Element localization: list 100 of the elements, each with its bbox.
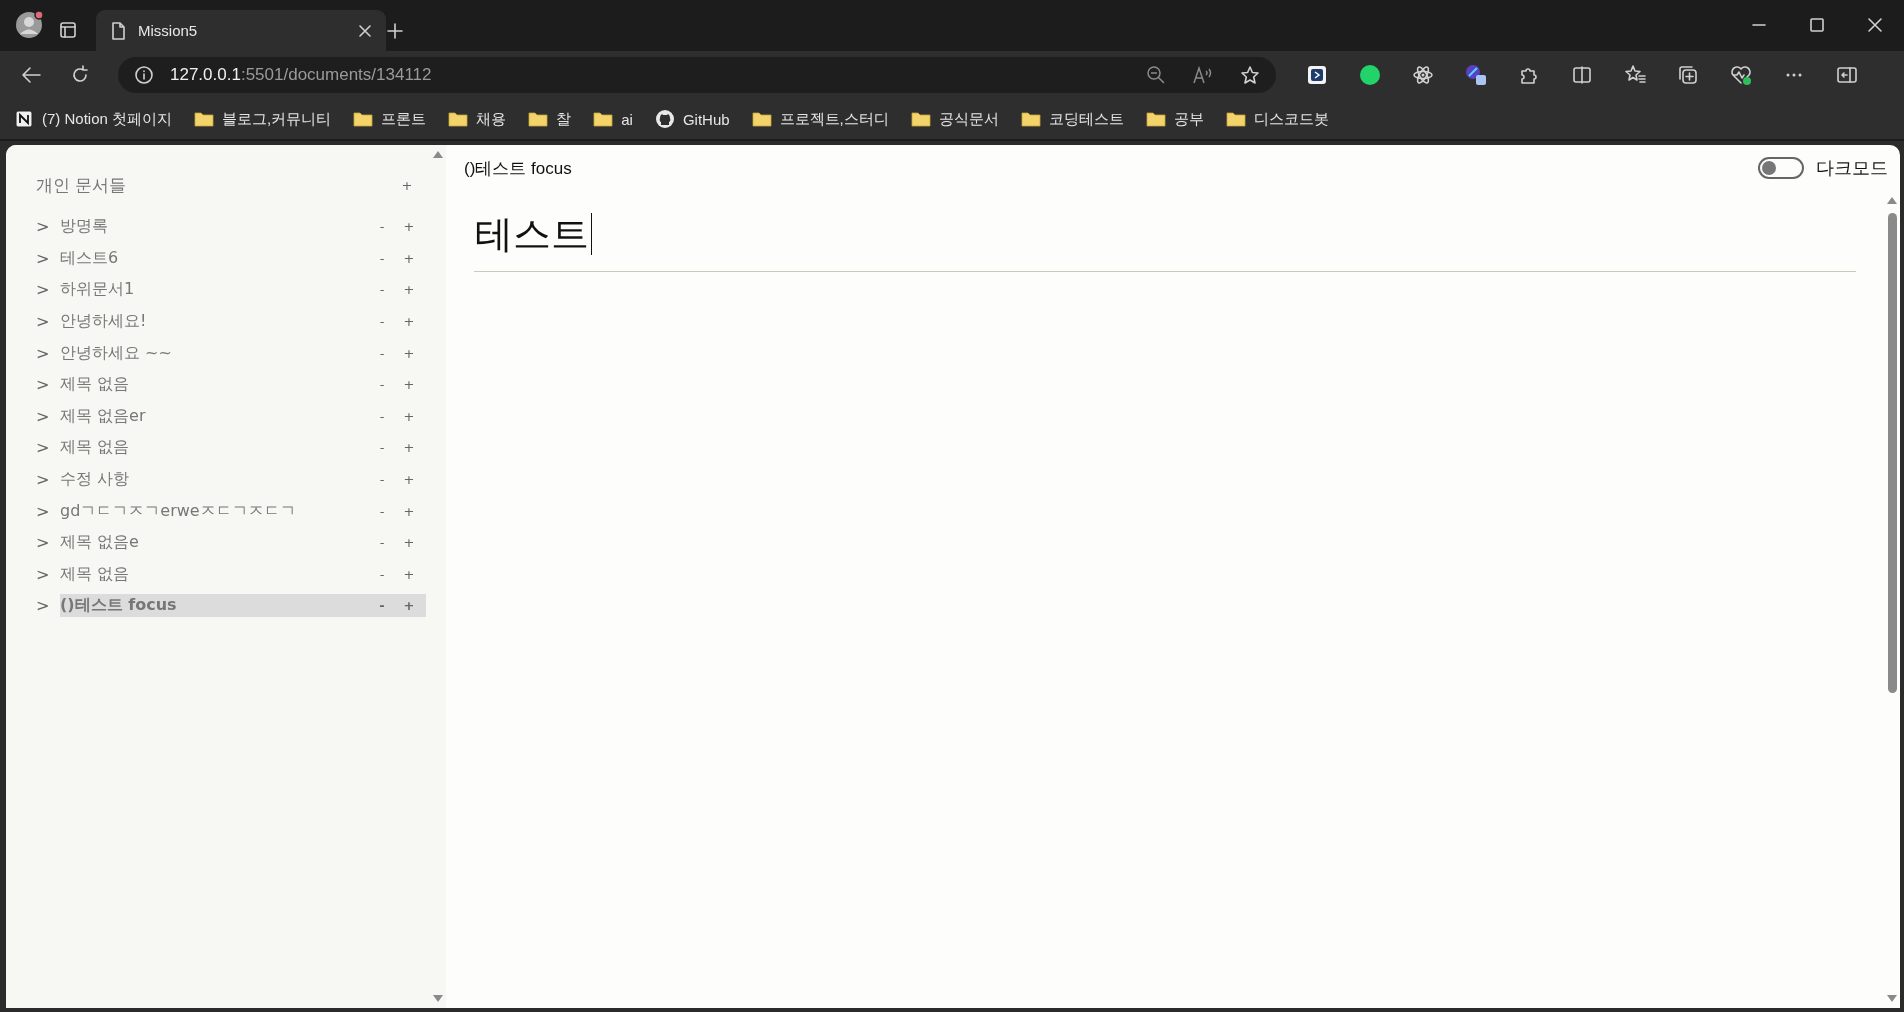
expand-toggle[interactable]: > <box>36 280 60 300</box>
browser-tab[interactable]: Mission5 <box>96 10 386 51</box>
add-subdocument-button[interactable]: + <box>398 314 420 330</box>
expand-toggle[interactable]: > <box>36 312 60 332</box>
add-subdocument-button[interactable]: + <box>398 282 420 298</box>
remove-document-button[interactable]: - <box>371 314 393 330</box>
remove-document-button[interactable]: - <box>371 219 393 235</box>
folder-icon <box>751 109 772 129</box>
expand-toggle[interactable]: > <box>36 217 60 237</box>
scroll-up-icon[interactable] <box>432 149 444 159</box>
tab-title: Mission5 <box>138 22 199 39</box>
add-subdocument-button[interactable]: + <box>398 250 420 266</box>
document-item[interactable]: 제목 없음e - + <box>60 531 426 555</box>
expand-toggle[interactable]: > <box>36 248 60 268</box>
document-item[interactable]: 제목 없음 - + <box>60 373 426 397</box>
github-logo-icon <box>654 109 675 129</box>
expand-toggle[interactable]: > <box>36 564 60 584</box>
bookmark-item[interactable]: 프로젝트,스터디 <box>751 109 889 129</box>
document-item[interactable]: 방명록 - + <box>60 215 426 239</box>
remove-document-button[interactable]: - <box>371 535 393 551</box>
dark-mode-toggle[interactable] <box>1758 157 1804 179</box>
add-document-button[interactable]: + <box>396 177 418 193</box>
scroll-down-icon[interactable] <box>432 994 444 1004</box>
folder-icon <box>1020 109 1041 129</box>
expand-toggle[interactable]: > <box>36 406 60 426</box>
add-subdocument-button[interactable]: + <box>398 377 420 393</box>
document-item[interactable]: 안녕하세요! - + <box>60 310 426 334</box>
folder-icon <box>1145 109 1166 129</box>
sidebar-heading: 개인 문서들 <box>36 173 128 197</box>
remove-document-button[interactable]: - <box>371 503 393 519</box>
folder-icon <box>1225 109 1246 129</box>
remove-document-button[interactable]: - <box>371 345 393 361</box>
folder-icon <box>593 109 614 129</box>
bookmark-item[interactable]: 공부 <box>1145 109 1204 129</box>
refresh-icon[interactable] <box>70 65 90 85</box>
add-subdocument-button[interactable]: + <box>398 566 420 582</box>
url-text: 127.0.0.1:5501/documents/134112 <box>170 65 432 85</box>
bookmark-item[interactable]: 코딩테스트 <box>1020 109 1124 129</box>
remove-document-button[interactable]: - <box>371 377 393 393</box>
folder-icon <box>528 109 549 129</box>
profile-avatar-icon[interactable] <box>14 10 44 40</box>
expand-toggle[interactable]: > <box>36 375 60 395</box>
remove-document-button[interactable]: - <box>371 598 393 614</box>
scroll-down-icon[interactable] <box>1886 994 1898 1004</box>
expand-toggle[interactable]: > <box>36 596 60 616</box>
remove-document-button[interactable]: - <box>371 408 393 424</box>
close-icon[interactable] <box>358 23 372 38</box>
bookmark-item[interactable]: 채용 <box>448 109 507 129</box>
document-icon <box>110 21 126 40</box>
breadcrumb[interactable]: ()테스트 focus <box>464 156 1758 180</box>
expand-toggle[interactable]: > <box>36 501 60 521</box>
tab-actions-icon[interactable] <box>58 20 78 40</box>
address-bar[interactable]: 127.0.0.1:5501/documents/134112 <box>118 57 1276 93</box>
document-item[interactable]: 제목 없음 - + <box>60 562 426 586</box>
bookmark-item[interactable]: 찰 <box>528 109 572 129</box>
bookmark-item[interactable]: (7) Notion 첫페이지 <box>14 109 173 129</box>
add-subdocument-button[interactable]: + <box>398 503 420 519</box>
back-arrow-icon[interactable] <box>20 65 42 85</box>
document-item[interactable]: 하위문서1 - + <box>60 278 426 302</box>
add-subdocument-button[interactable]: + <box>398 345 420 361</box>
dark-mode-label: 다크모드 <box>1816 156 1888 180</box>
info-icon[interactable] <box>134 65 154 85</box>
bookmark-item[interactable]: 공식문서 <box>910 109 999 129</box>
zoom-out-icon[interactable] <box>1146 65 1166 85</box>
folder-icon <box>353 109 374 129</box>
remove-document-button[interactable]: - <box>371 282 393 298</box>
remove-document-button[interactable]: - <box>371 440 393 456</box>
bookmark-item[interactable]: 디스코드봇 <box>1225 109 1329 129</box>
document-item[interactable]: 제목 없음er - + <box>60 404 426 428</box>
expand-toggle[interactable]: > <box>36 438 60 458</box>
scroll-up-icon[interactable] <box>1886 195 1898 205</box>
remove-document-button[interactable]: - <box>371 566 393 582</box>
star-icon[interactable] <box>1240 65 1260 85</box>
add-subdocument-button[interactable]: + <box>398 598 420 614</box>
bookmark-item[interactable]: 프론트 <box>353 109 427 129</box>
bookmark-item[interactable]: GitHub <box>654 109 730 129</box>
document-item[interactable]: 제목 없음 - + <box>60 436 426 460</box>
document-item[interactable]: 수정 사항 - + <box>60 468 426 492</box>
document-item[interactable]: 안녕하세요 ~~ - + <box>60 341 426 365</box>
document-item[interactable]: gdㄱㄷㄱㅈㄱerweㅈㄷㄱㅈㄷㄱ - + <box>60 499 426 523</box>
notion-logo-icon <box>14 109 34 129</box>
new-tab-icon[interactable] <box>386 22 404 40</box>
expand-toggle[interactable]: > <box>36 533 60 553</box>
expand-toggle[interactable]: > <box>36 470 60 490</box>
folder-icon <box>448 109 469 129</box>
read-aloud-icon[interactable] <box>1192 65 1214 85</box>
add-subdocument-button[interactable]: + <box>398 408 420 424</box>
add-subdocument-button[interactable]: + <box>398 219 420 235</box>
remove-document-button[interactable]: - <box>371 250 393 266</box>
document-item[interactable]: ()테스트 focus - + <box>60 594 426 618</box>
folder-icon <box>910 109 931 129</box>
title-field[interactable]: 테스트 <box>474 209 1856 259</box>
add-subdocument-button[interactable]: + <box>398 472 420 488</box>
remove-document-button[interactable]: - <box>371 472 393 488</box>
document-item[interactable]: 테스트6 - + <box>60 246 426 270</box>
add-subdocument-button[interactable]: + <box>398 440 420 456</box>
add-subdocument-button[interactable]: + <box>398 535 420 551</box>
bookmark-item[interactable]: 블로그,커뮤니티 <box>194 109 332 129</box>
bookmark-item[interactable]: ai <box>593 109 633 129</box>
expand-toggle[interactable]: > <box>36 343 60 363</box>
